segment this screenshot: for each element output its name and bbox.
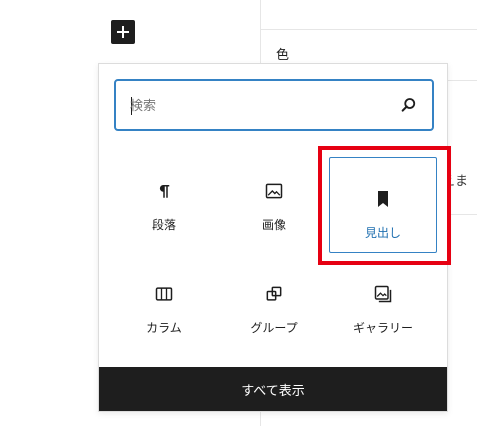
editor-stage: 色 えま 段落 xyxy=(0,0,477,426)
block-label: ギャラリー xyxy=(352,321,413,335)
block-label: グループ xyxy=(250,321,298,335)
block-gallery[interactable]: ギャラリー xyxy=(329,252,437,348)
block-label: 見出し xyxy=(364,226,401,240)
paragraph-icon xyxy=(153,180,175,202)
search-input[interactable] xyxy=(130,94,380,118)
block-columns[interactable]: カラム xyxy=(110,252,218,348)
search-icon[interactable] xyxy=(400,96,418,114)
group-icon xyxy=(263,283,285,305)
block-heading[interactable]: 見出し xyxy=(329,157,437,253)
block-paragraph[interactable]: 段落 xyxy=(110,149,218,245)
search-box xyxy=(114,79,434,131)
block-inserter-popover: 段落 画像 見出し xyxy=(98,63,448,412)
block-label: カラム xyxy=(146,321,182,335)
block-label: 画像 xyxy=(261,218,286,232)
add-block-button[interactable] xyxy=(111,20,135,44)
heading-bookmark-icon xyxy=(372,188,394,210)
gallery-icon xyxy=(372,283,394,305)
image-icon xyxy=(263,180,285,202)
color-panel-label: 色 xyxy=(276,48,290,63)
panel-divider xyxy=(260,29,477,30)
block-image[interactable]: 画像 xyxy=(220,149,328,245)
show-all-button[interactable]: すべて表示 xyxy=(99,367,447,411)
columns-icon xyxy=(153,283,175,305)
block-label: 段落 xyxy=(151,218,176,232)
block-group[interactable]: グループ xyxy=(220,252,328,348)
